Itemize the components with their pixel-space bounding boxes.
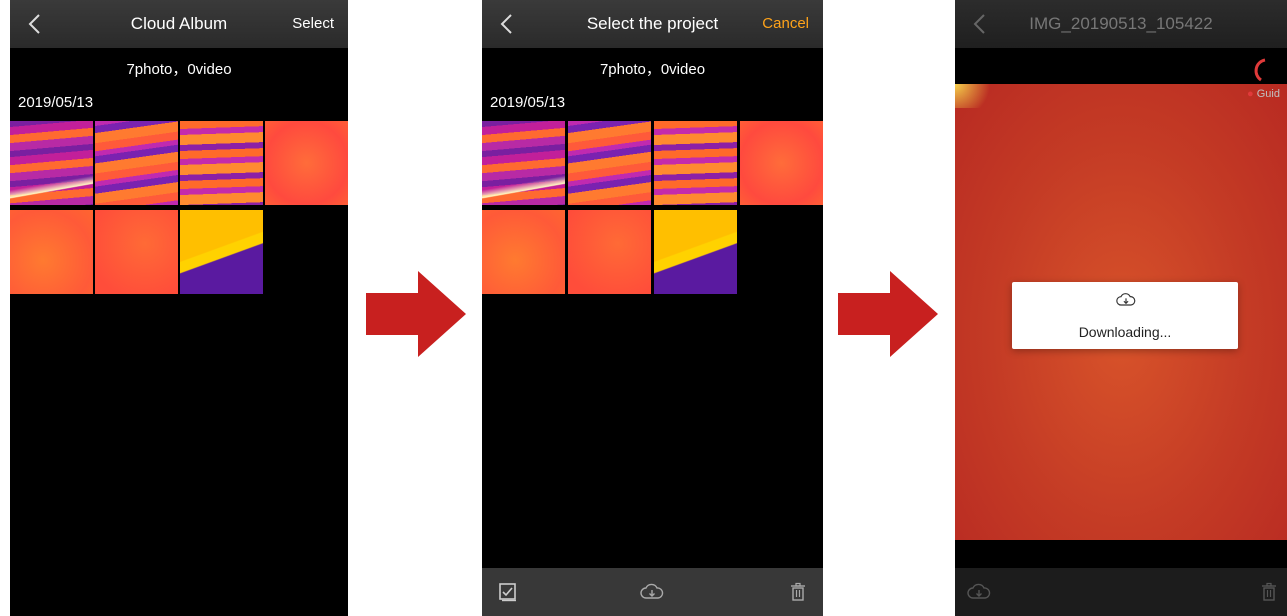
photo-thumbnail[interactable] — [482, 210, 565, 294]
photo-thumbnail[interactable] — [654, 210, 737, 294]
media-count: 7photo，0video — [599, 61, 706, 78]
photo-thumbnail[interactable] — [10, 121, 93, 205]
dialog-message: Downloading... — [1078, 324, 1172, 340]
arrow-right-icon — [838, 271, 938, 357]
photo-thumbnail[interactable] — [265, 121, 348, 205]
loading-spinner-icon — [1254, 58, 1266, 82]
photo-thumbnail[interactable] — [568, 121, 651, 205]
top-bar: Select the project Cancel — [482, 0, 823, 48]
media-count: 7photo，0video — [126, 61, 232, 78]
photo-thumbnail[interactable] — [180, 121, 263, 205]
cloud-album-screen: Cloud Album Select 7photo，0video 2019/05… — [10, 0, 348, 616]
photo-thumbnail[interactable] — [95, 121, 178, 205]
top-bar: IMG_20190513_105422 — [955, 0, 1287, 48]
guide-watermark: ● Guid — [1247, 88, 1280, 100]
cloud-download-icon[interactable] — [640, 582, 664, 602]
photo-thumbnail[interactable] — [180, 210, 263, 294]
photo-thumbnail[interactable] — [95, 210, 178, 294]
photo-thumbnail[interactable] — [482, 121, 565, 205]
top-bar: Cloud Album Select — [10, 0, 348, 48]
trash-icon[interactable] — [1259, 582, 1279, 602]
date-header: 2019/05/13 — [490, 94, 566, 111]
photo-thumbnail[interactable] — [740, 121, 823, 205]
arrow-right-icon — [366, 271, 466, 357]
select-project-screen: Select the project Cancel 7photo，0video … — [482, 0, 823, 616]
date-header: 2019/05/13 — [18, 94, 94, 111]
bottom-toolbar — [482, 568, 823, 616]
cloud-download-icon[interactable] — [967, 582, 991, 602]
downloading-dialog: Downloading... — [1012, 282, 1238, 349]
photo-thumbnail[interactable] — [654, 121, 737, 205]
photo-thumbnail[interactable] — [568, 210, 651, 294]
trash-icon[interactable] — [788, 582, 808, 602]
bottom-toolbar — [955, 568, 1287, 616]
hot-spot — [955, 84, 995, 108]
select-button[interactable]: Select — [292, 15, 334, 32]
cloud-download-icon — [1116, 293, 1136, 306]
photo-thumbnail[interactable] — [10, 210, 93, 294]
image-filename: IMG_20190513_105422 — [1029, 14, 1213, 33]
cancel-button[interactable]: Cancel — [762, 15, 809, 32]
checkbox-icon[interactable] — [498, 582, 518, 602]
image-viewer-screen: IMG_20190513_105422 ● Guid Downloading..… — [955, 0, 1287, 616]
